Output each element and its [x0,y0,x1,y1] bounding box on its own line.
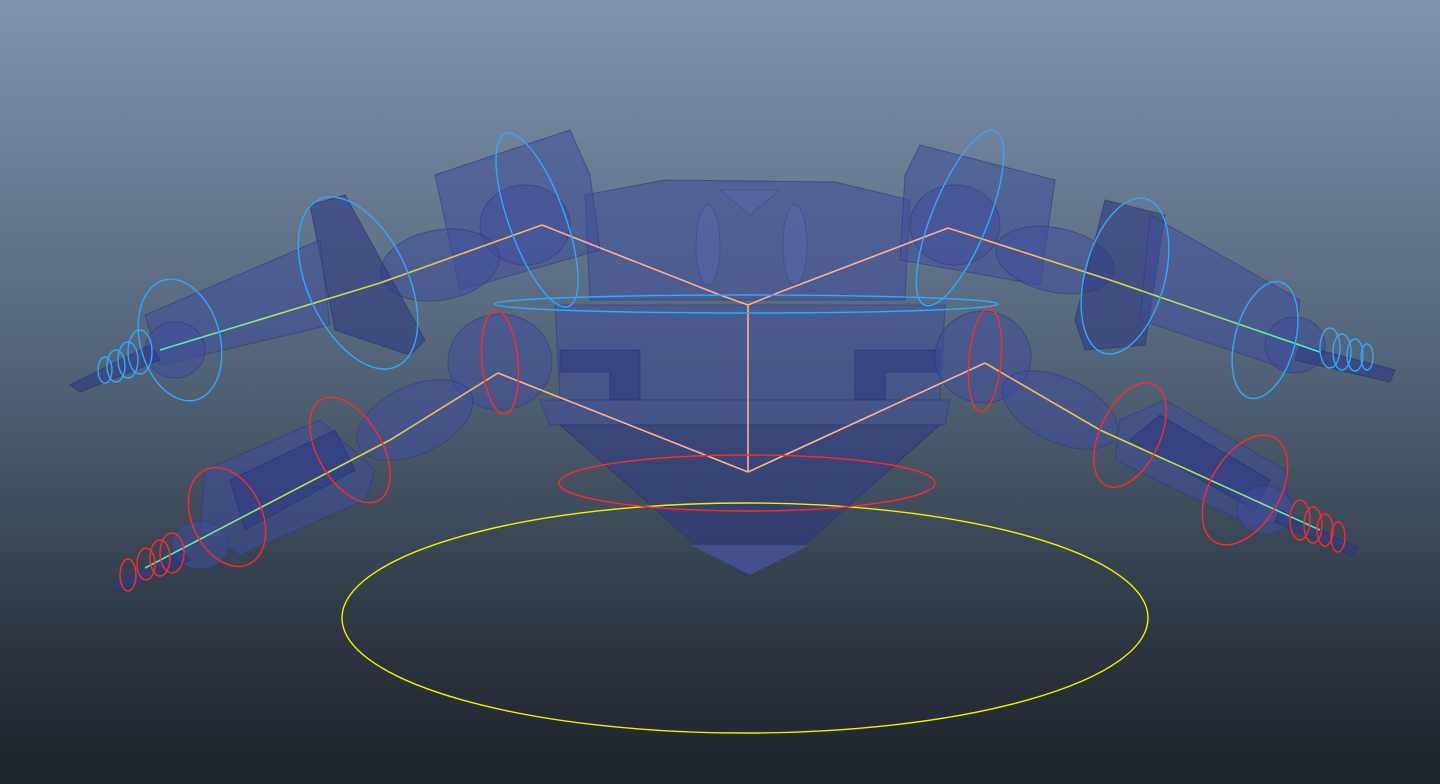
left-claw-mesh[interactable] [69,344,161,393]
left-eye-stalk-mesh[interactable] [695,204,721,286]
right-shoulder-joint-mesh[interactable] [909,184,1001,266]
right-ankle-mesh[interactable] [1236,485,1294,535]
3d-viewport[interactable] [0,0,1440,784]
right-claw-mesh[interactable] [1294,344,1396,383]
scene-canvas[interactable] [0,0,1440,784]
tail-plate-mesh[interactable] [689,544,811,576]
left-wrist-mesh[interactable] [144,321,206,379]
pelvis-mesh[interactable] [539,399,951,426]
body-mesh[interactable] [539,179,951,576]
right-eye-stalk-mesh[interactable] [782,204,808,286]
